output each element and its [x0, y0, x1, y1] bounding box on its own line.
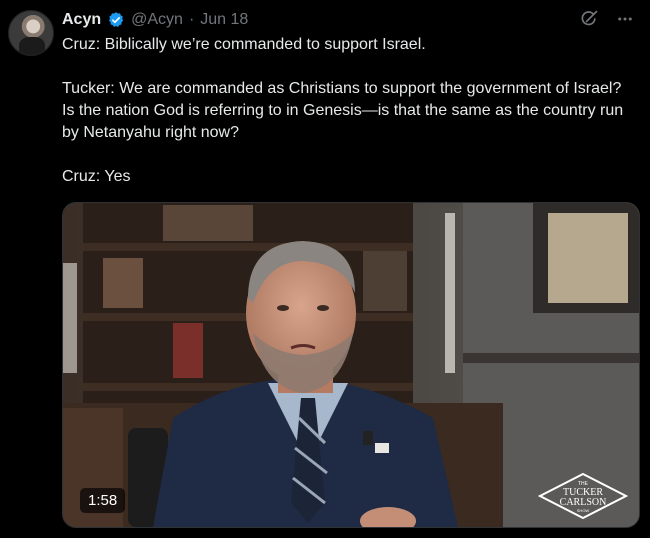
verified-badge-icon — [107, 11, 125, 29]
tweet-actions-top — [578, 8, 636, 30]
tweet-line: Cruz: Biblically we’re commanded to supp… — [62, 36, 426, 53]
more-icon[interactable] — [614, 8, 636, 30]
separator-dot: · — [188, 11, 195, 28]
tweet-line: Tucker: We are commanded as Christians t… — [62, 80, 624, 141]
video-duration: 1:58 — [80, 488, 126, 513]
avatar[interactable] — [8, 10, 54, 56]
grok-icon[interactable] — [578, 8, 600, 30]
tweet-header: Acyn @Acyn · Jun 18 — [62, 9, 248, 31]
tucker-carlson-show-logo: THE TUCKER CARLSON SHOW — [537, 472, 629, 520]
author-name[interactable]: Acyn — [62, 11, 101, 29]
author-handle[interactable]: @Acyn — [131, 11, 183, 29]
tweet-date[interactable]: Jun 18 — [200, 11, 248, 29]
logo-line-3: CARLSON — [560, 497, 607, 508]
tweet-text: Cruz: Biblically we’re commanded to supp… — [62, 34, 632, 210]
logo-line-4: SHOW — [577, 508, 590, 513]
tweet-line: Cruz: Yes — [62, 168, 131, 185]
